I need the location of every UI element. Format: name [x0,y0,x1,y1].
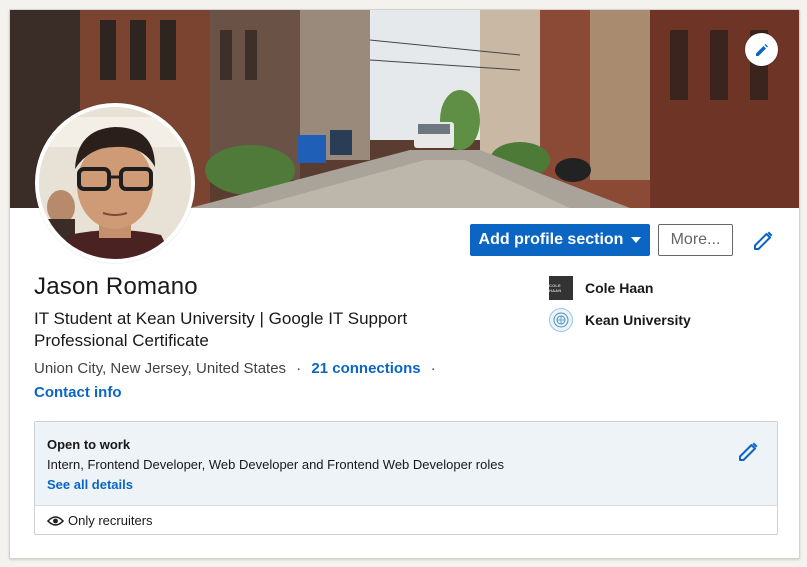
visibility-row: Only recruiters [47,513,153,528]
cole-haan-logo: COLE HAAN [549,276,573,300]
add-profile-section-button[interactable]: Add profile section [470,224,650,256]
add-profile-section-label: Add profile section [478,231,624,248]
open-to-work-roles: Intern, Frontend Developer, Web Develope… [47,457,504,472]
open-to-work-summary: Open to work Intern, Frontend Developer,… [35,422,777,506]
open-to-work-title: Open to work [47,437,131,452]
contact-info-link[interactable]: Contact info [34,384,122,401]
pencil-icon [755,43,768,56]
separator-dot: · [296,360,302,377]
profile-photo [39,107,191,259]
edit-open-to-work-pencil-icon[interactable] [737,439,761,463]
seal-icon [553,312,569,328]
current-company-item[interactable]: COLE HAAN Cole Haan [549,276,653,300]
separator-dot: · [430,360,436,377]
location-row: Union City, New Jersey, United States · … [34,360,442,377]
open-to-work-card: Open to work Intern, Frontend Developer,… [34,421,778,535]
connections-link[interactable]: 21 connections [311,360,420,377]
kean-university-logo [549,308,573,332]
profile-card: Add profile section More... Jason Romano… [9,9,800,559]
edit-banner-button[interactable] [745,33,778,66]
visibility-text: Only recruiters [68,513,153,528]
education-item[interactable]: Kean University [549,308,691,332]
edit-intro-pencil-icon[interactable] [752,228,776,252]
see-all-details-link[interactable]: See all details [47,477,133,492]
more-button[interactable]: More... [658,224,733,256]
eye-icon [47,515,64,526]
school-name: Kean University [585,312,691,328]
profile-headline: IT Student at Kean University | Google I… [34,309,408,350]
profile-name: Jason Romano [34,273,198,300]
company-name: Cole Haan [585,280,654,296]
avatar[interactable] [35,103,195,263]
profile-location: Union City, New Jersey, United States [34,360,287,377]
caret-down-icon [631,237,642,243]
